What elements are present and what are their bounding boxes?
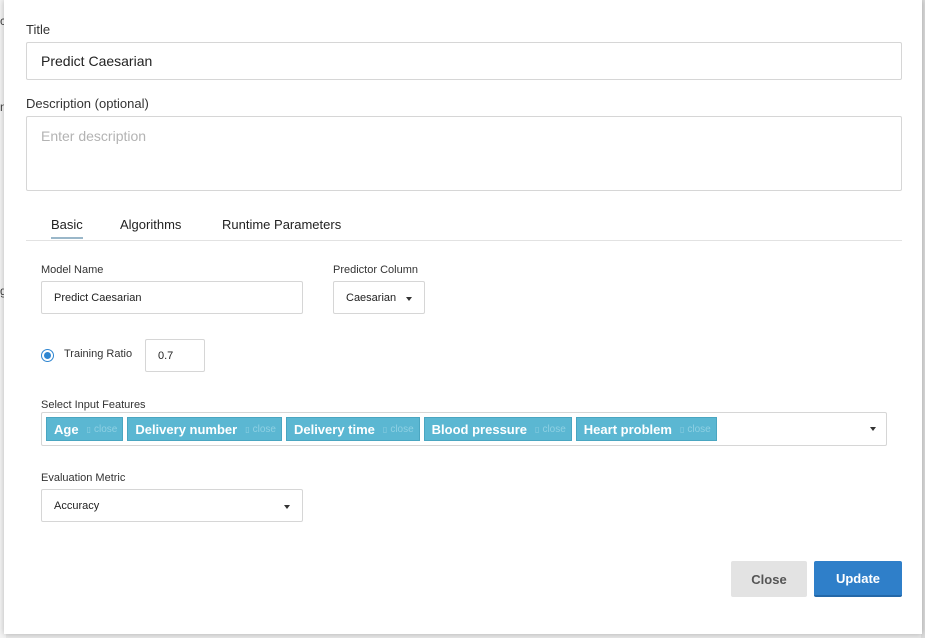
description-textarea[interactable] (26, 116, 902, 191)
description-label: Description (optional) (26, 96, 149, 111)
chip-remove-button[interactable]: ▯ close (383, 424, 414, 435)
feature-chip: Delivery number ▯ close (127, 417, 282, 441)
chevron-down-icon (284, 505, 290, 509)
predictor-column-label: Predictor Column (333, 264, 418, 276)
chip-remove-button[interactable]: ▯ close (245, 424, 276, 435)
feature-chip: Blood pressure ▯ close (423, 417, 572, 441)
close-button[interactable]: Close (731, 561, 807, 597)
close-icon: ▯ (245, 424, 250, 434)
predictor-column-select[interactable]: Caesarian (333, 281, 425, 314)
feature-chip-label: Blood pressure (431, 421, 528, 437)
input-features-multiselect[interactable]: Age ▯ close Delivery number ▯ close Delive… (41, 412, 887, 446)
feature-chip: Delivery time ▯ close (285, 417, 420, 441)
title-input[interactable]: Predict Caesarian (26, 42, 902, 80)
training-ratio-input[interactable]: 0.7 (145, 339, 205, 372)
feature-chip-label: Delivery number (135, 421, 238, 437)
update-button[interactable]: Update (814, 561, 902, 597)
chevron-down-icon (406, 297, 412, 301)
tab-basic[interactable]: Basic (51, 217, 83, 239)
model-name-label: Model Name (41, 264, 104, 276)
chip-remove-button[interactable]: ▯ close (680, 424, 711, 435)
chevron-down-icon[interactable] (870, 427, 876, 431)
evaluation-metric-value: Accuracy (54, 499, 100, 512)
title-label: Title (26, 22, 51, 37)
feature-chip-label: Age (54, 421, 79, 437)
evaluation-metric-label: Evaluation Metric (41, 472, 126, 484)
evaluation-metric-select[interactable]: Accuracy (41, 489, 303, 522)
close-icon: ▯ (86, 424, 91, 434)
feature-chip: Age ▯ close (46, 417, 124, 441)
tabs-divider (26, 240, 902, 241)
close-icon: ▯ (535, 424, 540, 434)
feature-chip-label: Delivery time (293, 421, 375, 437)
model-name-input[interactable]: Predict Caesarian (41, 281, 303, 314)
training-ratio-label: Training Ratio (64, 348, 133, 360)
training-ratio-radio[interactable] (41, 349, 54, 362)
tab-runtime-parameters[interactable]: Runtime Parameters (222, 217, 341, 232)
chip-remove-button[interactable]: ▯ close (535, 424, 566, 435)
close-icon: ▯ (679, 424, 685, 434)
feature-chip: Heart problem ▯ close (575, 417, 717, 441)
input-features-label: Select Input Features (41, 399, 146, 411)
close-icon: ▯ (382, 424, 388, 434)
predictor-column-value: Caesarian (346, 291, 397, 304)
edit-model-dialog: Title Predict Caesarian Description (opt… (4, 0, 922, 634)
feature-chip-label: Heart problem (583, 421, 672, 437)
tab-algorithms[interactable]: Algorithms (120, 217, 181, 232)
chip-remove-button[interactable]: ▯ close (87, 424, 118, 435)
